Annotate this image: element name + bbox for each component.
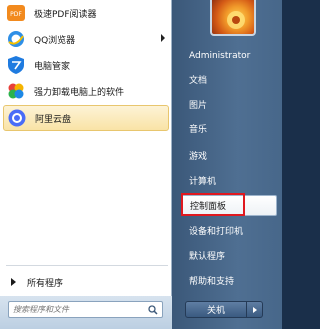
user-name-item[interactable]: Administrator [181,45,277,66]
program-item-qq-browser[interactable]: QQ浏览器 [3,26,169,52]
flower-icon [227,11,245,29]
divider [6,265,168,266]
shutdown-button[interactable]: 关机 [185,301,247,318]
start-menu: PDF 极速PDF阅读器 QQ浏览器 电脑管家 强力卸载电脑上的软件 阿里云盘 … [0,0,282,329]
shutdown-options-button[interactable] [247,301,263,318]
music-item[interactable]: 音乐 [181,118,277,139]
program-item-uninstaller[interactable]: 强力卸载电脑上的软件 [3,78,169,104]
all-programs-button[interactable]: 所有程序 [3,272,169,292]
program-item-pc-manager[interactable]: 电脑管家 [3,52,169,78]
chevron-right-icon [252,306,257,313]
program-label: 极速PDF阅读器 [34,9,97,20]
user-avatar[interactable] [210,0,256,36]
control-panel-item[interactable]: 控制面板 [181,195,277,216]
program-label: 强力卸载电脑上的软件 [34,87,125,98]
svg-text:PDF: PDF [10,11,22,18]
uninstaller-icon [5,80,27,102]
program-item-pdf-reader[interactable]: PDF 极速PDF阅读器 [3,0,169,26]
search-icon[interactable] [148,305,158,318]
pdf-reader-icon: PDF [5,2,27,24]
program-label: 电脑管家 [34,61,71,72]
pictures-item[interactable]: 图片 [181,94,277,115]
all-programs-label: 所有程序 [27,278,64,289]
search-input[interactable] [9,305,143,314]
games-item[interactable]: 游戏 [181,145,277,166]
places-pane: Administrator 文档 图片 音乐 游戏 计算机 控制面板 设备和打印… [172,0,282,329]
submenu-arrow-icon [161,34,165,42]
triangle-right-icon [11,278,16,286]
aliyun-drive-icon [6,107,28,129]
computer-item[interactable]: 计算机 [181,170,277,191]
program-label: QQ浏览器 [34,35,76,46]
program-item-aliyun-drive[interactable]: 阿里云盘 [3,105,169,131]
pc-manager-icon [5,54,27,76]
documents-item[interactable]: 文档 [181,69,277,90]
devices-printers-item[interactable]: 设备和打印机 [181,220,277,241]
search-box[interactable] [8,301,163,318]
programs-pane: PDF 极速PDF阅读器 QQ浏览器 电脑管家 强力卸载电脑上的软件 阿里云盘 … [0,0,172,329]
help-support-item[interactable]: 帮助和支持 [181,270,277,291]
qq-browser-icon [5,28,27,50]
program-label: 阿里云盘 [35,114,72,125]
search-area [0,296,172,329]
default-programs-item[interactable]: 默认程序 [181,245,277,266]
